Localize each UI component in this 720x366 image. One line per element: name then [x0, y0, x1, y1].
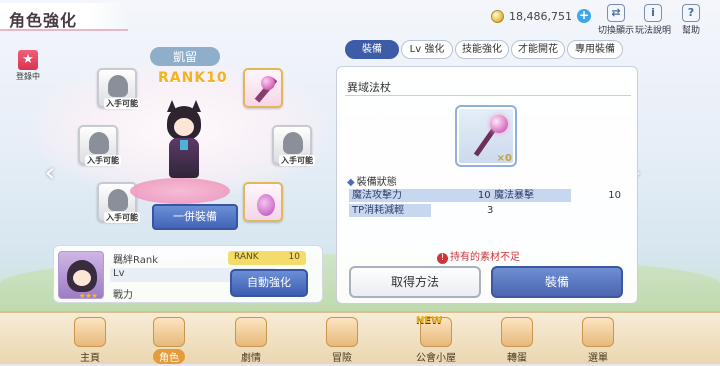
item-name: 異域法杖	[347, 81, 391, 94]
pendant-icon	[257, 194, 275, 216]
stat-label: 魔法攻擊力	[349, 189, 499, 202]
tab-exclusive-equipment[interactable]: 專用裝備	[567, 40, 623, 59]
nav-label: 選單	[588, 353, 608, 364]
favorite-label: 登錄中	[16, 72, 40, 81]
nav-character[interactable]: 角色	[137, 313, 201, 366]
bottom-navigation: 主頁 角色 劇情 冒險 NEW 公會小屋 轉蛋 選單	[0, 311, 720, 364]
orb-icon	[490, 115, 508, 133]
prev-character-arrow[interactable]: ‹	[42, 158, 58, 188]
rank-badge: RANK 10	[228, 251, 306, 265]
level-label: Lv	[113, 268, 125, 279]
item-icon-box[interactable]: ×0	[455, 105, 517, 167]
stat-row-magic-attack: 魔法攻擊力 100	[349, 189, 499, 202]
equipment-silhouette-icon	[108, 75, 128, 97]
power-label: 戰力	[113, 290, 133, 301]
equipment-silhouette-icon	[283, 132, 303, 154]
home-icon	[74, 317, 106, 347]
equip-button[interactable]: 裝備	[491, 266, 623, 298]
add-gold-button[interactable]: +	[576, 9, 591, 23]
equip-slot-1[interactable]: 入手可能	[97, 68, 140, 109]
character-rank: RANK10	[158, 70, 228, 86]
stat-label: 魔法暴擊	[491, 189, 571, 202]
rarity-stars-icon: ★★★	[79, 292, 98, 299]
tab-level-up[interactable]: Lv 強化	[401, 40, 453, 59]
nav-guild-house[interactable]: NEW 公會小屋	[404, 313, 468, 366]
gold-amount: 18,486,751	[509, 9, 572, 23]
nav-gacha[interactable]: 轉蛋	[485, 313, 549, 366]
gold-counter: 18,486,751 +	[491, 9, 591, 23]
auto-enhance-button[interactable]: 自動強化	[230, 269, 308, 297]
page-title: 角色強化	[9, 11, 78, 30]
nav-label: 公會小屋	[416, 353, 456, 364]
equip-slot-6[interactable]	[243, 182, 283, 222]
star-icon: ★	[18, 50, 38, 70]
favorite-toggle[interactable]: ★ 登錄中	[13, 50, 43, 82]
equipment-silhouette-icon	[89, 132, 109, 154]
character-tie	[180, 140, 188, 150]
portrait-face	[73, 270, 91, 286]
character-sprite	[155, 100, 215, 190]
character-portrait[interactable]: ★★★	[58, 251, 104, 299]
character-face	[174, 118, 194, 136]
equipment-silhouette-icon	[108, 189, 128, 211]
stat-value: 3	[487, 205, 494, 216]
enhance-tabs: 裝備 Lv 強化 技能強化 才能開花 專用裝備	[345, 40, 623, 59]
tab-talent-bloom[interactable]: 才能開花	[511, 40, 565, 59]
character-icon	[153, 317, 185, 347]
tab-equipment[interactable]: 裝備	[345, 40, 399, 59]
stat-label: TP消耗減輕	[349, 204, 431, 217]
nav-label: 劇情	[241, 353, 261, 364]
equipment-status-label: 裝備狀態	[356, 177, 397, 188]
coin-icon	[491, 9, 504, 23]
rank-label: RANK	[234, 252, 259, 262]
nav-adventure[interactable]: 冒險	[310, 313, 374, 366]
slot-status: 入手可能	[104, 212, 140, 223]
nav-label: 冒險	[332, 353, 352, 364]
character-name: 凱留	[150, 47, 220, 66]
nav-story[interactable]: 劇情	[219, 313, 283, 366]
slot-status: 入手可能	[104, 98, 140, 109]
slot-status: 入手可能	[279, 155, 315, 166]
nav-home[interactable]: 主頁	[58, 313, 122, 366]
scroll-icon	[235, 317, 267, 347]
help-label: 幫助	[681, 26, 700, 36]
info-icon: i	[644, 4, 662, 22]
warning-icon: !	[437, 253, 448, 264]
item-count: ×0	[496, 153, 512, 164]
help-icon: ?	[682, 4, 700, 22]
crystal-icon	[582, 317, 614, 347]
stat-row-tp-reduction: TP消耗減輕 3	[349, 204, 499, 217]
bond-rank-label: 羈絆Rank	[113, 255, 158, 266]
equip-slot-4[interactable]: 入手可能	[272, 125, 315, 166]
material-warning: ! 持有的素材不足	[437, 248, 520, 264]
equipment-status-heading: ◆ 裝備狀態	[347, 173, 397, 188]
new-badge: NEW	[416, 315, 443, 326]
equipment-detail-panel: 異域法杖 ×0 ◆ 裝備狀態 魔法攻擊力 100 魔法暴擊 10 TP消耗減輕 3…	[336, 66, 638, 304]
tab-skill-enhance[interactable]: 技能強化	[455, 40, 509, 59]
gacha-icon	[501, 317, 533, 347]
stat-row-magic-crit: 魔法暴擊 10	[491, 189, 623, 202]
equip-slot-3[interactable]: 入手可能	[78, 125, 121, 166]
equip-slot-2[interactable]	[243, 68, 283, 108]
sword-icon	[326, 317, 358, 347]
nav-label: 主頁	[80, 353, 100, 364]
divider	[345, 95, 631, 96]
page-header: 角色強化	[0, 0, 130, 34]
warning-text: 持有的素材不足	[450, 252, 520, 263]
equip-all-button[interactable]: 一併裝備	[152, 204, 238, 230]
nav-label: 角色	[153, 349, 185, 364]
rank-value: 10	[288, 252, 300, 262]
nav-menu[interactable]: 選單	[566, 313, 630, 366]
stat-value: 10	[608, 190, 621, 201]
switch-icon: ⇄	[607, 4, 625, 22]
nav-label: 轉蛋	[507, 353, 527, 364]
help-button[interactable]: ? 幫助	[671, 4, 711, 36]
diamond-bullet-icon: ◆	[347, 177, 355, 188]
orb-icon	[261, 76, 275, 90]
slot-status: 入手可能	[85, 155, 121, 166]
get-method-button[interactable]: 取得方法	[349, 266, 481, 298]
